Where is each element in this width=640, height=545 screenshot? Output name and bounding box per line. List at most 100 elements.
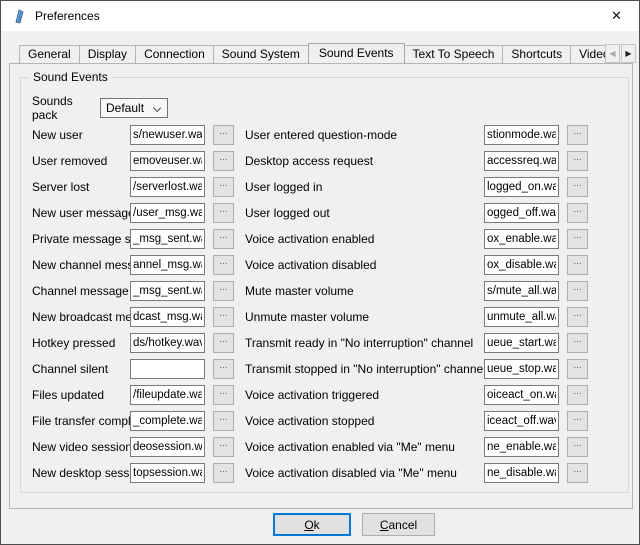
sound-file-input[interactable] (484, 333, 559, 353)
sound-event-row-new-user-message: New user message... (32, 203, 234, 223)
sound-file-input[interactable] (130, 385, 205, 405)
sound-event-label: New desktop session (32, 466, 130, 480)
browse-button[interactable]: ... (213, 151, 234, 171)
browse-button[interactable]: ... (567, 203, 588, 223)
browse-button[interactable]: ... (213, 281, 234, 301)
sound-file-input[interactable] (484, 255, 559, 275)
tab-general[interactable]: General (19, 45, 80, 63)
sound-file-input[interactable] (130, 203, 205, 223)
sound-event-row-mute-master-volume: Mute master volume... (245, 281, 588, 301)
sound-file-input[interactable] (484, 307, 559, 327)
sound-event-row-new-channel-message: New channel message... (32, 255, 234, 275)
browse-button[interactable]: ... (567, 125, 588, 145)
sound-file-input[interactable] (484, 385, 559, 405)
sound-event-label: Private message sent (32, 232, 130, 246)
sound-file-input[interactable] (484, 203, 559, 223)
sound-file-input[interactable] (130, 463, 205, 483)
browse-button[interactable]: ... (213, 177, 234, 197)
sound-event-row-voice-activation-enabled-via-me-menu: Voice activation enabled via "Me" menu..… (245, 437, 588, 457)
browse-button[interactable]: ... (567, 229, 588, 249)
sound-file-input[interactable] (130, 229, 205, 249)
sound-event-label: Voice activation enabled via "Me" menu (245, 440, 484, 454)
sound-file-input[interactable] (130, 255, 205, 275)
ok-button[interactable]: Ok (273, 513, 351, 536)
sound-file-input[interactable] (484, 411, 559, 431)
tab-sound-events[interactable]: Sound Events (308, 43, 405, 63)
sound-file-input[interactable] (484, 281, 559, 301)
browse-button[interactable]: ... (213, 307, 234, 327)
sound-file-input[interactable] (130, 411, 205, 431)
tab-scroll-left-button[interactable]: ◀ (605, 44, 620, 63)
sound-event-label: Unmute master volume (245, 310, 484, 324)
sound-file-input[interactable] (130, 151, 205, 171)
browse-button[interactable]: ... (567, 359, 588, 379)
tab-display[interactable]: Display (79, 45, 136, 63)
sound-event-label: Voice activation disabled via "Me" menu (245, 466, 484, 480)
browse-button[interactable]: ... (567, 463, 588, 483)
sound-file-input[interactable] (130, 359, 205, 379)
sound-event-label: Desktop access request (245, 154, 484, 168)
browse-button[interactable]: ... (567, 151, 588, 171)
tab-video[interactable]: Video (570, 45, 605, 63)
browse-button[interactable]: ... (213, 255, 234, 275)
browse-button[interactable]: ... (213, 411, 234, 431)
browse-button[interactable]: ... (213, 463, 234, 483)
sound-event-row-voice-activation-disabled-via-me-menu: Voice activation disabled via "Me" menu.… (245, 463, 588, 483)
sound-event-row-transmit-stopped-in-no-interruption-channel: Transmit stopped in "No interruption" ch… (245, 359, 588, 379)
sound-event-label: New channel message (32, 258, 130, 272)
sound-file-input[interactable] (130, 281, 205, 301)
browse-button[interactable]: ... (567, 255, 588, 275)
tab-sound-system[interactable]: Sound System (213, 45, 309, 63)
browse-button[interactable]: ... (213, 125, 234, 145)
browse-button[interactable]: ... (213, 333, 234, 353)
sound-event-row-voice-activation-triggered: Voice activation triggered... (245, 385, 588, 405)
tab-scroll-right-button[interactable]: ▶ (621, 44, 636, 63)
close-icon[interactable]: ✕ (594, 1, 639, 30)
sound-event-label: Channel silent (32, 362, 130, 376)
sound-file-input[interactable] (130, 125, 205, 145)
sound-file-input[interactable] (484, 125, 559, 145)
sound-event-label: User logged out (245, 206, 484, 220)
sound-event-label: Server lost (32, 180, 130, 194)
sound-event-label: Hotkey pressed (32, 336, 130, 350)
browse-button[interactable]: ... (567, 333, 588, 353)
browse-button[interactable]: ... (567, 385, 588, 405)
browse-button[interactable]: ... (213, 203, 234, 223)
sound-event-row-channel-message-sent: Channel message sent... (32, 281, 234, 301)
sound-file-input[interactable] (484, 437, 559, 457)
tab-content-pane: Sound Events Sounds pack Default New use… (9, 63, 633, 509)
title-bar: Preferences ✕ (1, 1, 639, 31)
sounds-pack-selected-value: Default (106, 101, 144, 115)
sound-event-label: Voice activation enabled (245, 232, 484, 246)
sound-file-input[interactable] (130, 437, 205, 457)
sound-event-label: Mute master volume (245, 284, 484, 298)
browse-button[interactable]: ... (213, 359, 234, 379)
sound-file-input[interactable] (484, 463, 559, 483)
sound-event-label: File transfer complete (32, 414, 130, 428)
browse-button[interactable]: ... (567, 177, 588, 197)
sound-file-input[interactable] (130, 177, 205, 197)
sound-event-label: New broadcast message (32, 310, 130, 324)
sound-file-input[interactable] (484, 229, 559, 249)
cancel-button[interactable]: Cancel (362, 513, 435, 536)
tab-connection[interactable]: Connection (135, 45, 214, 63)
browse-button[interactable]: ... (213, 385, 234, 405)
browse-button[interactable]: ... (567, 411, 588, 431)
sound-event-label: User entered question-mode (245, 128, 484, 142)
tab-text-to-speech[interactable]: Text To Speech (404, 45, 504, 63)
sound-file-input[interactable] (130, 333, 205, 353)
sound-event-label: New user message (32, 206, 130, 220)
browse-button[interactable]: ... (567, 437, 588, 457)
tab-shortcuts[interactable]: Shortcuts (502, 45, 571, 63)
sound-event-row-desktop-access-request: Desktop access request... (245, 151, 588, 171)
sound-file-input[interactable] (484, 151, 559, 171)
browse-button[interactable]: ... (567, 307, 588, 327)
browse-button[interactable]: ... (213, 229, 234, 249)
sound-event-row-user-removed: User removed... (32, 151, 234, 171)
sounds-pack-select[interactable]: Default (100, 98, 168, 118)
browse-button[interactable]: ... (213, 437, 234, 457)
sound-file-input[interactable] (130, 307, 205, 327)
browse-button[interactable]: ... (567, 281, 588, 301)
sound-file-input[interactable] (484, 177, 559, 197)
sound-file-input[interactable] (484, 359, 559, 379)
